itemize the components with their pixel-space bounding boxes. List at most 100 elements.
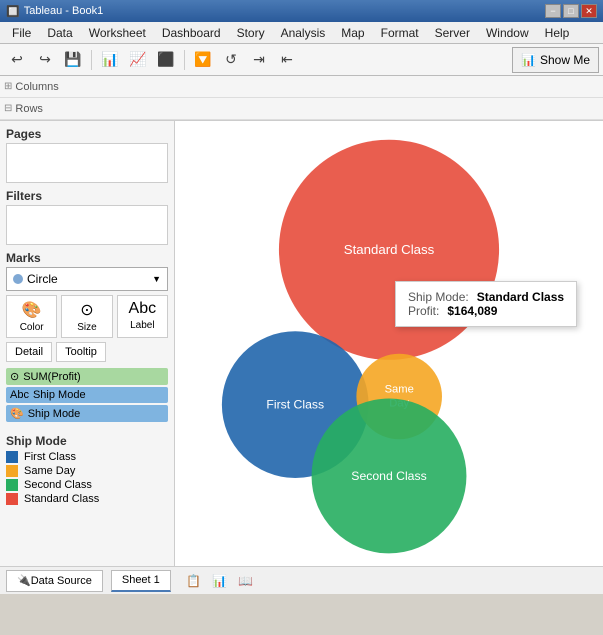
minimize-button[interactable]: − <box>545 4 561 18</box>
menu-data[interactable]: Data <box>39 24 80 42</box>
menu-map[interactable]: Map <box>333 24 372 42</box>
chart-svg: Standard Class First Class Same Day Seco… <box>175 121 603 566</box>
pages-title: Pages <box>6 127 168 141</box>
tooltip-profit-value: $164,089 <box>447 304 497 318</box>
tooltip-ship-mode-value: Standard Class <box>477 290 564 304</box>
viz-inner: Standard Class First Class Same Day Seco… <box>175 121 603 566</box>
marks-detail-button[interactable]: Detail <box>6 342 52 362</box>
marks-dropdown-arrow-icon: ▼ <box>152 274 161 284</box>
filters-section: Filters <box>6 189 168 245</box>
legend-title: Ship Mode <box>6 434 168 448</box>
show-me-icon: 📊 <box>521 53 536 67</box>
new-story-button[interactable]: 📖 <box>235 570 257 592</box>
rows-icon: ⊟ <box>4 103 12 114</box>
close-button[interactable]: ✕ <box>581 4 597 18</box>
tooltip-profit-label: Profit: <box>408 304 439 318</box>
columns-icon: ⊞ <box>4 81 12 92</box>
marks-field-ship-mode-1[interactable]: Abc Ship Mode <box>6 387 168 403</box>
tooltip: Ship Mode: Standard Class Profit: $164,0… <box>395 281 577 327</box>
label-first-class: First Class <box>266 398 324 412</box>
rows-shelf[interactable]: ⊟ Rows <box>0 98 603 120</box>
toolbar-undo[interactable]: ↩ <box>4 47 30 73</box>
toolbar-more2[interactable]: ⇤ <box>274 47 300 73</box>
tooltip-ship-mode-row: Ship Mode: Standard Class <box>408 290 564 304</box>
size-icon: ⊙ <box>80 300 93 320</box>
menu-format[interactable]: Format <box>373 24 427 42</box>
menu-server[interactable]: Server <box>427 24 478 42</box>
filters-box <box>6 205 168 245</box>
columns-label: ⊞ Columns <box>4 81 74 93</box>
legend-label-same-day: Same Day <box>24 465 75 477</box>
maximize-button[interactable]: □ <box>563 4 579 18</box>
marks-type-label: Circle <box>27 272 58 286</box>
toolbar: ↩ ↪ 💾 📊 📈 ⬛ 🔽 ↺ ⇥ ⇤ 📊 Show Me <box>0 44 603 76</box>
marks-label-button[interactable]: Abc Label <box>117 295 168 338</box>
legend-label-second-class: Second Class <box>24 479 92 491</box>
sheet-icons: 📋 📊 📖 <box>183 570 257 592</box>
color-icon: 🎨 <box>22 300 42 320</box>
marks-fields: ⊙ SUM(Profit) Abc Ship Mode 🎨 Ship Mode <box>6 368 168 422</box>
new-sheet-button[interactable]: 📋 <box>183 570 205 592</box>
marks-section: Marks Circle ▼ 🎨 Color ⊙ Size Abc Label <box>6 251 168 422</box>
marks-type-dot <box>13 274 23 284</box>
legend-label-standard-class: Standard Class <box>24 493 99 505</box>
pages-section: Pages <box>6 127 168 183</box>
app-title: Tableau - Book1 <box>24 5 104 17</box>
legend-item-same-day: Same Day <box>6 464 168 478</box>
ship-mode-2-icon: 🎨 <box>10 407 24 420</box>
filters-title: Filters <box>6 189 168 203</box>
toolbar-sep-2 <box>184 50 185 70</box>
menu-window[interactable]: Window <box>478 24 537 42</box>
marks-title: Marks <box>6 251 168 265</box>
menu-worksheet[interactable]: Worksheet <box>81 24 154 42</box>
marks-tooltip-button[interactable]: Tooltip <box>56 342 106 362</box>
pages-box <box>6 143 168 183</box>
toolbar-redo[interactable]: ↪ <box>32 47 58 73</box>
marks-field-ship-mode-2[interactable]: 🎨 Ship Mode <box>6 405 168 422</box>
marks-extras: Detail Tooltip <box>6 342 168 362</box>
toolbar-sep-1 <box>91 50 92 70</box>
marks-size-button[interactable]: ⊙ Size <box>61 295 112 338</box>
legend-label-first-class: First Class <box>24 451 76 463</box>
legend-color-second-class <box>6 479 18 491</box>
title-bar-controls[interactable]: − □ ✕ <box>545 4 597 18</box>
new-dashboard-button[interactable]: 📊 <box>209 570 231 592</box>
toolbar-filter[interactable]: 🔽 <box>190 47 216 73</box>
app-icon: 🔲 <box>6 5 20 18</box>
legend-color-same-day <box>6 465 18 477</box>
tooltip-ship-mode-label: Ship Mode: <box>408 290 469 304</box>
toolbar-chart3[interactable]: ⬛ <box>153 47 179 73</box>
show-me-label: Show Me <box>540 53 590 67</box>
viz-area[interactable]: Standard Class First Class Same Day Seco… <box>175 121 603 566</box>
ship-mode-1-icon: Abc <box>10 389 29 401</box>
columns-shelf[interactable]: ⊞ Columns <box>0 76 603 98</box>
menu-file[interactable]: File <box>4 24 39 42</box>
menu-dashboard[interactable]: Dashboard <box>154 24 229 42</box>
marks-type-dropdown[interactable]: Circle ▼ <box>6 267 168 291</box>
content-area: Pages Filters Marks Circle ▼ 🎨 Color <box>0 121 603 566</box>
toolbar-refresh[interactable]: ↺ <box>218 47 244 73</box>
toolbar-chart1[interactable]: 📊 <box>97 47 123 73</box>
toolbar-save[interactable]: 💾 <box>60 47 86 73</box>
toolbar-chart2[interactable]: 📈 <box>125 47 151 73</box>
menu-help[interactable]: Help <box>537 24 578 42</box>
toolbar-more1[interactable]: ⇥ <box>246 47 272 73</box>
label-same-day-1: Same <box>385 383 414 395</box>
menu-bar: File Data Worksheet Dashboard Story Anal… <box>0 22 603 44</box>
status-bar: 🔌 Data Source Sheet 1 📋 📊 📖 <box>0 566 603 594</box>
marks-color-button[interactable]: 🎨 Color <box>6 295 57 338</box>
show-me-button[interactable]: 📊 Show Me <box>512 47 599 73</box>
left-panel: Pages Filters Marks Circle ▼ 🎨 Color <box>0 121 175 566</box>
label-icon: Abc <box>129 300 157 318</box>
menu-story[interactable]: Story <box>229 24 273 42</box>
label-second-class: Second Class <box>351 469 426 483</box>
data-source-tab[interactable]: 🔌 Data Source <box>6 570 103 592</box>
legend-color-standard-class <box>6 493 18 505</box>
menu-analysis[interactable]: Analysis <box>273 24 334 42</box>
marks-field-sum-profit[interactable]: ⊙ SUM(Profit) <box>6 368 168 385</box>
legend-section: Ship Mode First Class Same Day Second Cl… <box>6 434 168 506</box>
label-standard-class: Standard Class <box>344 242 435 257</box>
title-bar-left: 🔲 Tableau - Book1 <box>6 5 103 18</box>
tooltip-profit-row: Profit: $164,089 <box>408 304 564 318</box>
sheet1-tab[interactable]: Sheet 1 <box>111 570 171 592</box>
